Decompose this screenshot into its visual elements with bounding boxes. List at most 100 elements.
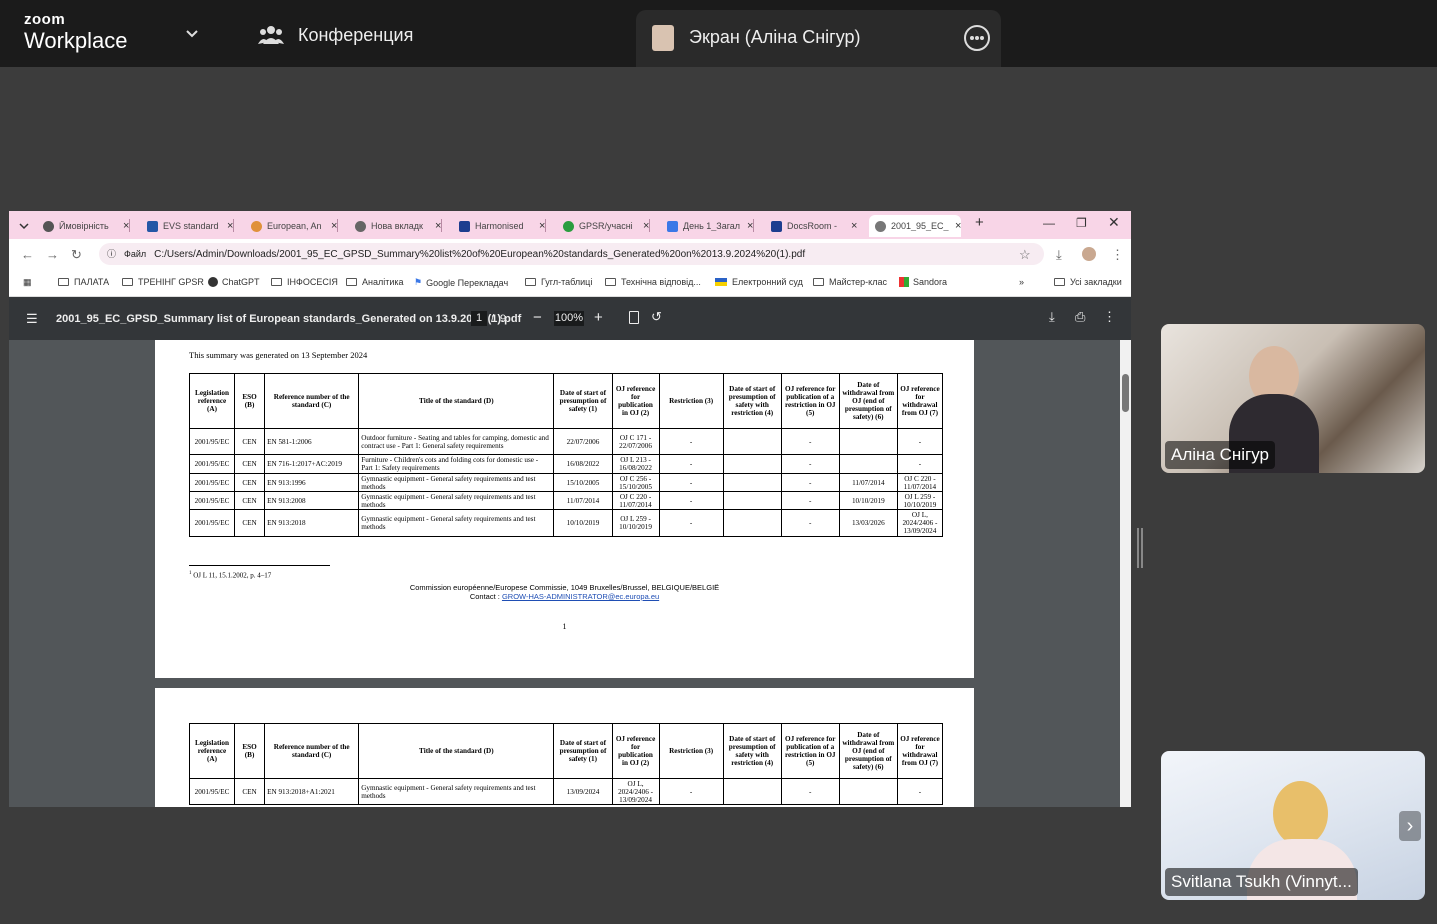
bookmark-item[interactable]: ⚑ Google Перекладач <box>414 277 508 288</box>
avatar <box>1273 781 1328 846</box>
cell: OJ C 171 - 22/07/2006 <box>611 428 660 455</box>
new-tab-button[interactable]: + <box>975 214 984 231</box>
browser-tab[interactable]: GPSR/учасні × <box>557 215 651 237</box>
cell: EN 716-1:2017+AC:2019 <box>264 454 360 474</box>
close-icon[interactable]: × <box>955 220 961 232</box>
browser-tab[interactable]: Нова вкладк × <box>349 215 443 237</box>
menu-icon[interactable]: ⋮ <box>1111 247 1124 263</box>
zoom-in-button[interactable]: + <box>594 309 603 326</box>
next-arrow-icon[interactable]: › <box>1399 811 1421 841</box>
zoom-top-bar: zoom Workplace Конференция Экран (Аліна … <box>0 0 1437 67</box>
forward-icon[interactable]: → <box>46 247 59 262</box>
more-options-icon[interactable] <box>964 25 990 51</box>
more-options-icon[interactable]: ⋮ <box>1103 309 1116 325</box>
tab-list-button[interactable] <box>9 215 29 237</box>
bookmark-item[interactable]: ПАЛАТА <box>58 277 109 287</box>
folder-icon <box>813 278 824 286</box>
download-icon[interactable]: ⤓ <box>1049 309 1055 325</box>
menu-icon[interactable]: ☰ <box>26 311 38 327</box>
folder-icon <box>271 278 282 286</box>
bookmark-item[interactable]: Аналітика <box>346 277 404 287</box>
bookmark-item[interactable]: Технічна відповід... <box>605 277 701 287</box>
url-input[interactable]: ⓘ Файл C:/Users/Admin/Downloads/2001_95_EC… <box>99 243 1044 265</box>
tab-favicon-icon <box>43 220 54 232</box>
tab-favicon-icon <box>459 220 470 232</box>
cell <box>722 454 782 474</box>
header-cell: OJ reference for publication of a restri… <box>780 373 840 429</box>
rotate-icon[interactable]: ↺ <box>651 309 662 325</box>
close-icon[interactable]: × <box>851 220 857 232</box>
scrollbar-thumb[interactable] <box>1122 374 1129 412</box>
download-icon[interactable]: ⤓ <box>1056 247 1062 263</box>
bookmark-item[interactable]: ІНФОСЕСІЯ <box>271 277 338 287</box>
header-cell: OJ reference for withdrawal from OJ (7) <box>896 373 944 429</box>
zoom-input[interactable]: 100% <box>554 311 584 326</box>
participant-video[interactable]: Аліна Снігур <box>1161 324 1425 473</box>
browser-tab-active[interactable]: 2001_95_EC_ × <box>869 215 962 237</box>
window-close-button[interactable]: ✕ <box>1108 214 1120 231</box>
star-icon[interactable]: ☆ <box>1019 247 1031 263</box>
cell: 13/09/2024 <box>553 778 613 805</box>
cell: Furniture - Children's cots and folding … <box>358 454 555 474</box>
zoom-out-button[interactable]: − <box>533 309 542 326</box>
cell: CEN <box>234 454 266 474</box>
browser-tab[interactable]: European, An × <box>245 215 339 237</box>
browser-tab[interactable]: EVS standard × <box>141 215 235 237</box>
browser-tab[interactable]: DocsRoom - × <box>765 215 857 237</box>
resize-handle[interactable] <box>1137 528 1143 568</box>
cell: - <box>658 454 724 474</box>
more-bookmarks-icon[interactable]: » <box>1019 277 1024 287</box>
participant-video[interactable]: › Svitlana Tsukh (Vinnyt... <box>1161 751 1425 900</box>
cell: - <box>658 509 724 537</box>
all-bookmarks[interactable]: Усі закладки <box>1054 277 1122 287</box>
screen-share-tab[interactable]: Экран (Аліна Снігур) <box>636 10 1001 67</box>
page-input[interactable]: 1 <box>471 311 487 326</box>
cell: - <box>780 454 840 474</box>
cell: 2001/95/EC <box>188 778 236 805</box>
chevron-down-icon[interactable] <box>184 26 200 42</box>
header-cell: Date of start of presumption of safety w… <box>722 723 782 779</box>
cell: - <box>658 491 724 510</box>
cell: 11/07/2014 <box>838 473 898 492</box>
pdf-scrollbar[interactable] <box>1120 340 1131 807</box>
contact-email-link[interactable]: GROW-HAS-ADMINISTRATOR@ec.europa.eu <box>502 592 659 601</box>
participant-name: Аліна Снігур <box>1165 441 1276 469</box>
maximize-button[interactable]: ❐ <box>1076 216 1087 230</box>
cell: - <box>780 491 840 510</box>
browser-tab[interactable]: Ймовірність × <box>37 215 131 237</box>
reload-icon[interactable]: ↻ <box>71 247 82 263</box>
apps-icon[interactable]: ▦ <box>23 277 32 288</box>
cell: OJ C 256 - 15/10/2005 <box>611 473 660 492</box>
bookmark-item[interactable]: Sandora <box>899 277 947 287</box>
footnote-text: OJ L 11, 15.1.2002, p. 4–17 <box>193 571 272 580</box>
fit-page-icon[interactable] <box>629 311 639 324</box>
bookmark-item[interactable]: Майстер-клас <box>813 277 887 287</box>
header-cell: Legislation reference (A) <box>188 373 236 429</box>
conference-tab[interactable]: Конференция <box>258 24 413 46</box>
browser-tab[interactable]: День 1_Загал × <box>661 215 755 237</box>
folder-icon <box>1054 278 1065 286</box>
minimize-button[interactable]: — <box>1043 216 1055 230</box>
bookmark-item[interactable]: ChatGPT <box>208 277 260 287</box>
header-cell: Title of the standard (D) <box>358 373 555 429</box>
cell: EN 581-1:2006 <box>264 428 360 455</box>
print-icon[interactable]: ⎙ <box>1075 309 1085 325</box>
cell: 15/10/2005 <box>553 473 613 492</box>
browser-tab[interactable]: Harmonised × <box>453 215 547 237</box>
cell: - <box>658 473 724 492</box>
footnote-divider <box>189 565 330 566</box>
bookmark-item[interactable]: ТРЕНІНГ GPSR <box>122 277 204 287</box>
info-icon: ⓘ <box>107 249 117 259</box>
cell <box>722 428 782 455</box>
cell: 11/07/2014 <box>553 491 613 510</box>
back-icon[interactable]: ← <box>21 247 34 262</box>
bookmark-item[interactable]: Електронний суд <box>715 277 803 287</box>
bookmark-item[interactable]: Гугл-таблиці <box>525 277 592 287</box>
header-cell: Date of withdrawal from OJ (end of presu… <box>838 373 898 429</box>
cell: OJ L, 2024/2406 - 13/09/2024 <box>611 778 660 805</box>
zoom-logo: zoom Workplace <box>24 11 128 54</box>
cell: OJ L 259 - 10/10/2019 <box>896 491 944 510</box>
avatar[interactable] <box>1082 247 1096 261</box>
cell <box>722 509 782 537</box>
table-row: 2001/95/EC CEN EN 913:2018+A1:2021 Gymnasti… <box>188 778 944 805</box>
